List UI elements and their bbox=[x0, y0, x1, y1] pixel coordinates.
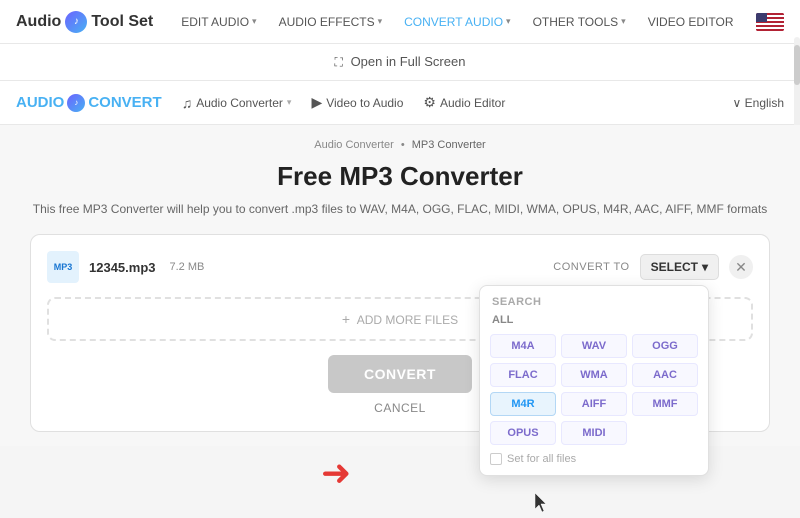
logo[interactable]: Audio ♪ Tool Set bbox=[16, 11, 153, 33]
chevron-down-icon: ▾ bbox=[702, 260, 708, 274]
set-for-all-label: Set for all files bbox=[507, 453, 576, 465]
logo-text-after: Tool Set bbox=[91, 13, 153, 31]
red-arrow-indicator: ➜ bbox=[321, 455, 351, 491]
logo-icon: ♪ bbox=[65, 11, 87, 33]
nav-convert-audio[interactable]: CONVERT AUDIO ▾ bbox=[396, 11, 518, 33]
chevron-down-icon: ▾ bbox=[287, 97, 292, 108]
nav-video-editor[interactable]: VIDEO EDITOR bbox=[640, 11, 742, 33]
format-midi[interactable]: MIDI bbox=[561, 421, 627, 445]
chevron-down-icon: ▾ bbox=[252, 16, 257, 27]
audio-converter-label: Audio Converter bbox=[196, 96, 283, 110]
add-more-label: ADD MORE FILES bbox=[357, 313, 458, 327]
format-aac[interactable]: AAC bbox=[632, 363, 698, 387]
format-wma[interactable]: WMA bbox=[561, 363, 627, 387]
music-icon: ♫ bbox=[182, 95, 193, 111]
nav-edit-audio[interactable]: EDIT AUDIO ▾ bbox=[173, 11, 264, 33]
nav-audio-effects[interactable]: AUDIO EFFECTS ▾ bbox=[271, 11, 391, 33]
nav-other-tools[interactable]: OTHER TOOLS ▾ bbox=[525, 11, 634, 33]
flag-icon[interactable] bbox=[756, 13, 784, 31]
dropdown-search-label: SEARCH bbox=[490, 296, 698, 308]
format-grid: M4A WAV OGG FLAC WMA AAC M4R AIFF MMF OP… bbox=[490, 334, 698, 445]
language-selector[interactable]: ∨ English bbox=[733, 96, 784, 110]
video-to-audio-label: Video to Audio bbox=[326, 96, 403, 110]
nav-video-to-audio[interactable]: ▶ Video to Audio bbox=[311, 94, 403, 111]
plus-icon: + bbox=[342, 311, 350, 327]
file-type-icon: MP3 bbox=[47, 251, 79, 283]
inner-navigation: AUDIO ♪ CONVERT ♫ Audio Converter ▾ ▶ Vi… bbox=[0, 81, 800, 125]
nav-audio-editor[interactable]: ⚙ Audio Editor bbox=[423, 94, 505, 111]
main-content: Audio Converter • MP3 Converter Free MP3… bbox=[0, 125, 800, 446]
convert-button[interactable]: CONVERT bbox=[328, 355, 472, 393]
breadcrumb: Audio Converter • MP3 Converter bbox=[30, 139, 770, 151]
nav-audio-converter[interactable]: ♫ Audio Converter ▾ bbox=[182, 95, 292, 111]
chevron-down-icon: ▾ bbox=[621, 16, 626, 27]
format-flac[interactable]: FLAC bbox=[490, 363, 556, 387]
dropdown-all-label[interactable]: ALL bbox=[490, 314, 698, 326]
breadcrumb-current: MP3 Converter bbox=[412, 139, 486, 151]
format-dropdown-popup: SEARCH ALL M4A WAV OGG FLAC WMA AAC M4R … bbox=[479, 285, 709, 476]
format-m4a[interactable]: M4A bbox=[490, 334, 556, 358]
converter-box: MP3 12345.mp3 7.2 MB CONVERT TO SELECT ▾… bbox=[30, 234, 770, 432]
select-format-button[interactable]: SELECT ▾ bbox=[640, 254, 719, 280]
fullscreen-bar[interactable]: ⛶ Open in Full Screen bbox=[0, 44, 800, 81]
inner-logo-icon: ♪ bbox=[67, 94, 85, 112]
page-title: Free MP3 Converter bbox=[30, 161, 770, 192]
format-ogg[interactable]: OGG bbox=[632, 334, 698, 358]
expand-icon: ⛶ bbox=[335, 55, 343, 69]
inner-logo-suffix: CONVERT bbox=[88, 94, 161, 111]
select-label: SELECT bbox=[651, 260, 698, 274]
set-for-all-row: Set for all files bbox=[490, 453, 698, 465]
breadcrumb-separator: • bbox=[401, 139, 405, 151]
logo-text-before: Audio bbox=[16, 13, 61, 31]
format-aiff[interactable]: AIFF bbox=[561, 392, 627, 416]
page-description: This free MP3 Converter will help you to… bbox=[30, 200, 770, 218]
format-mmf[interactable]: MMF bbox=[632, 392, 698, 416]
chevron-down-icon: ▾ bbox=[378, 16, 383, 27]
breadcrumb-parent[interactable]: Audio Converter bbox=[314, 139, 394, 151]
chevron-down-icon: ▾ bbox=[506, 16, 511, 27]
cursor-pointer bbox=[535, 493, 547, 511]
cancel-button[interactable]: CANCEL bbox=[374, 401, 426, 415]
remove-file-button[interactable]: ✕ bbox=[729, 255, 753, 279]
nav-items: EDIT AUDIO ▾ AUDIO EFFECTS ▾ CONVERT AUD… bbox=[173, 11, 784, 33]
format-m4r[interactable]: M4R bbox=[490, 392, 556, 416]
file-name: 12345.mp3 bbox=[89, 260, 156, 275]
convert-to-label: CONVERT TO bbox=[553, 261, 629, 273]
fullscreen-text[interactable]: Open in Full Screen bbox=[351, 54, 466, 69]
file-row: MP3 12345.mp3 7.2 MB CONVERT TO SELECT ▾… bbox=[47, 251, 753, 283]
format-wav[interactable]: WAV bbox=[561, 334, 627, 358]
scrollbar-thumb[interactable] bbox=[794, 45, 800, 85]
inner-logo[interactable]: AUDIO ♪ CONVERT bbox=[16, 94, 162, 112]
equalizer-icon: ⚙ bbox=[423, 94, 436, 111]
format-opus[interactable]: OPUS bbox=[490, 421, 556, 445]
inner-logo-text: AUDIO bbox=[16, 94, 64, 111]
audio-editor-label: Audio Editor bbox=[440, 96, 505, 110]
top-navigation: Audio ♪ Tool Set EDIT AUDIO ▾ AUDIO EFFE… bbox=[0, 0, 800, 44]
video-icon: ▶ bbox=[311, 94, 322, 111]
set-for-all-checkbox[interactable] bbox=[490, 453, 502, 465]
file-size: 7.2 MB bbox=[170, 261, 205, 273]
